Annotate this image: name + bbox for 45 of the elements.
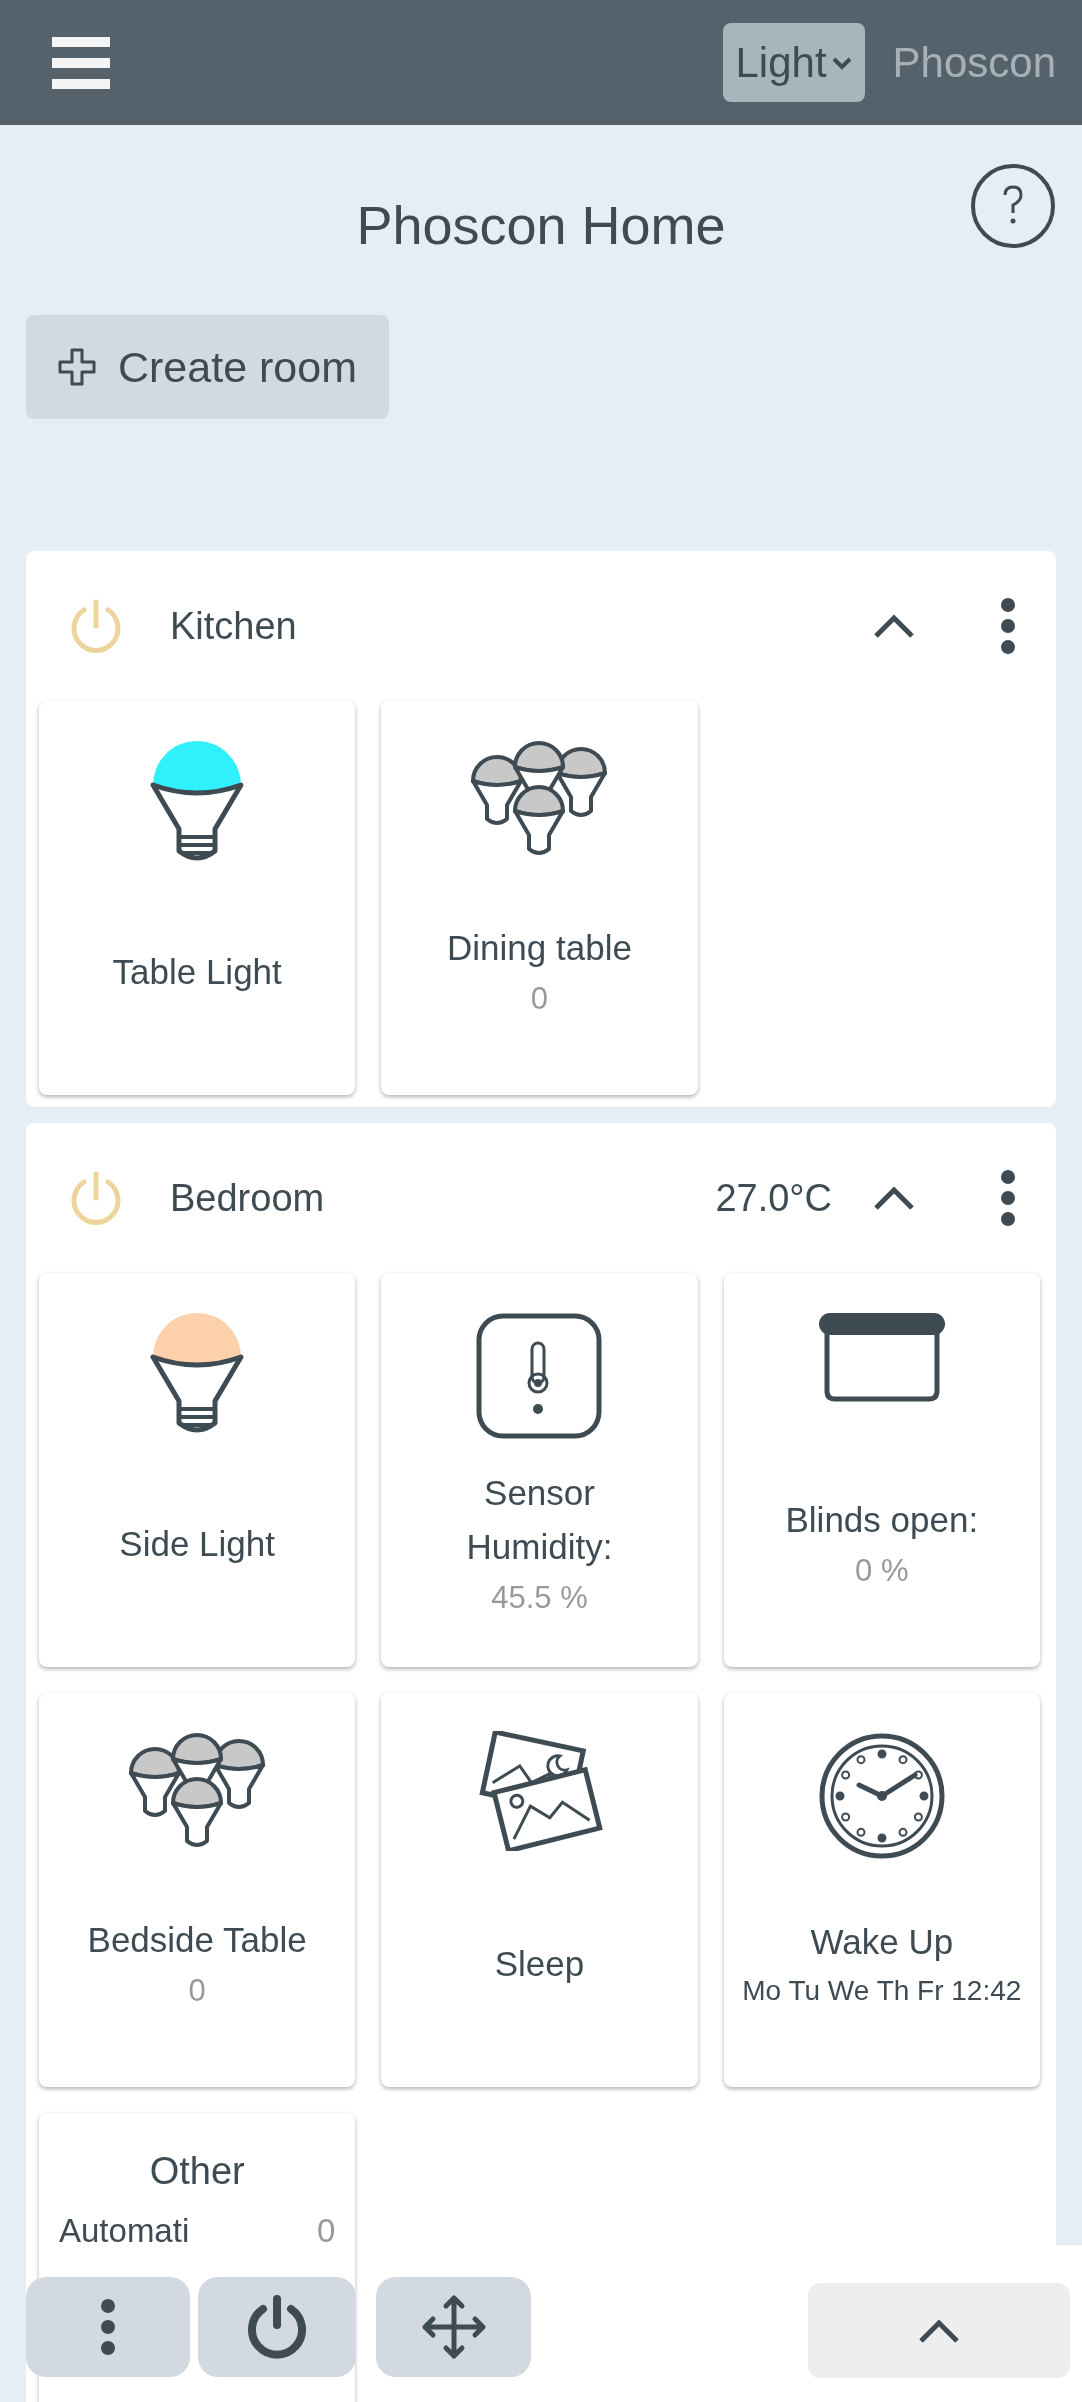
room-temperature: 27.0°C: [715, 1175, 832, 1221]
tile-label: Sensor Humidity:: [465, 1472, 614, 1568]
collapse-icon[interactable]: [872, 1184, 916, 1212]
tile-value: 45.5 %: [491, 1579, 588, 1617]
more-icon[interactable]: [1000, 597, 1016, 655]
device-tile[interactable]: Blinds open: 0 %: [723, 1273, 1040, 1667]
tile-value: 0 %: [855, 1552, 909, 1590]
device-tile[interactable]: Sensor Humidity: 45.5 %: [381, 1273, 698, 1667]
move-icon: [420, 2294, 487, 2360]
page-title: Phoscon Home: [356, 194, 726, 257]
row-value: 0: [316, 2211, 336, 2251]
tile-label: Bedside Table: [86, 1919, 308, 1961]
menu-icon[interactable]: [52, 36, 110, 89]
device-tile[interactable]: Sleep: [381, 1693, 698, 2087]
tile-label: Side Light: [118, 1523, 276, 1565]
room-name[interactable]: Kitchen: [170, 597, 872, 655]
room-name[interactable]: Bedroom: [170, 1169, 716, 1227]
tile-value: Mo Tu We Th Fr 12:42: [742, 1974, 1022, 2008]
help-icon[interactable]: [970, 163, 1056, 249]
tile-label: Sleep: [493, 1943, 586, 1985]
row-label: Automati: [59, 2211, 190, 2251]
power-icon: [245, 2295, 309, 2359]
tile-value: 0: [188, 1972, 206, 2010]
tile-value: 0: [530, 980, 549, 1018]
more-button[interactable]: [26, 2277, 190, 2377]
thermometer-sensor-icon: [474, 1311, 605, 1441]
collapse-icon[interactable]: [872, 612, 916, 640]
tile-label: Blinds open:: [784, 1499, 980, 1541]
theme-select[interactable]: Light: [723, 23, 865, 102]
chevron-down-icon: [830, 55, 853, 70]
more-icon: [100, 2298, 116, 2356]
create-room-button[interactable]: Create room: [26, 315, 389, 419]
device-tile[interactable]: Dining table 0: [381, 701, 698, 1095]
more-icon[interactable]: [1000, 1169, 1016, 1227]
device-tile[interactable]: Side Light: [39, 1273, 356, 1667]
tile-label: Dining table: [446, 927, 633, 969]
power-button[interactable]: [198, 2277, 356, 2377]
tile-label: Wake Up: [809, 1921, 955, 1963]
plus-icon: [58, 348, 96, 386]
move-button[interactable]: [376, 2277, 531, 2377]
tile-title: Other: [149, 2149, 245, 2194]
device-tile[interactable]: Wake Up Mo Tu We Th Fr 12:42: [723, 1693, 1040, 2087]
device-tile[interactable]: Bedside Table 0: [39, 1693, 356, 2087]
tile-label: Table Light: [111, 951, 283, 993]
device-tile[interactable]: Table Light: [39, 701, 356, 1095]
